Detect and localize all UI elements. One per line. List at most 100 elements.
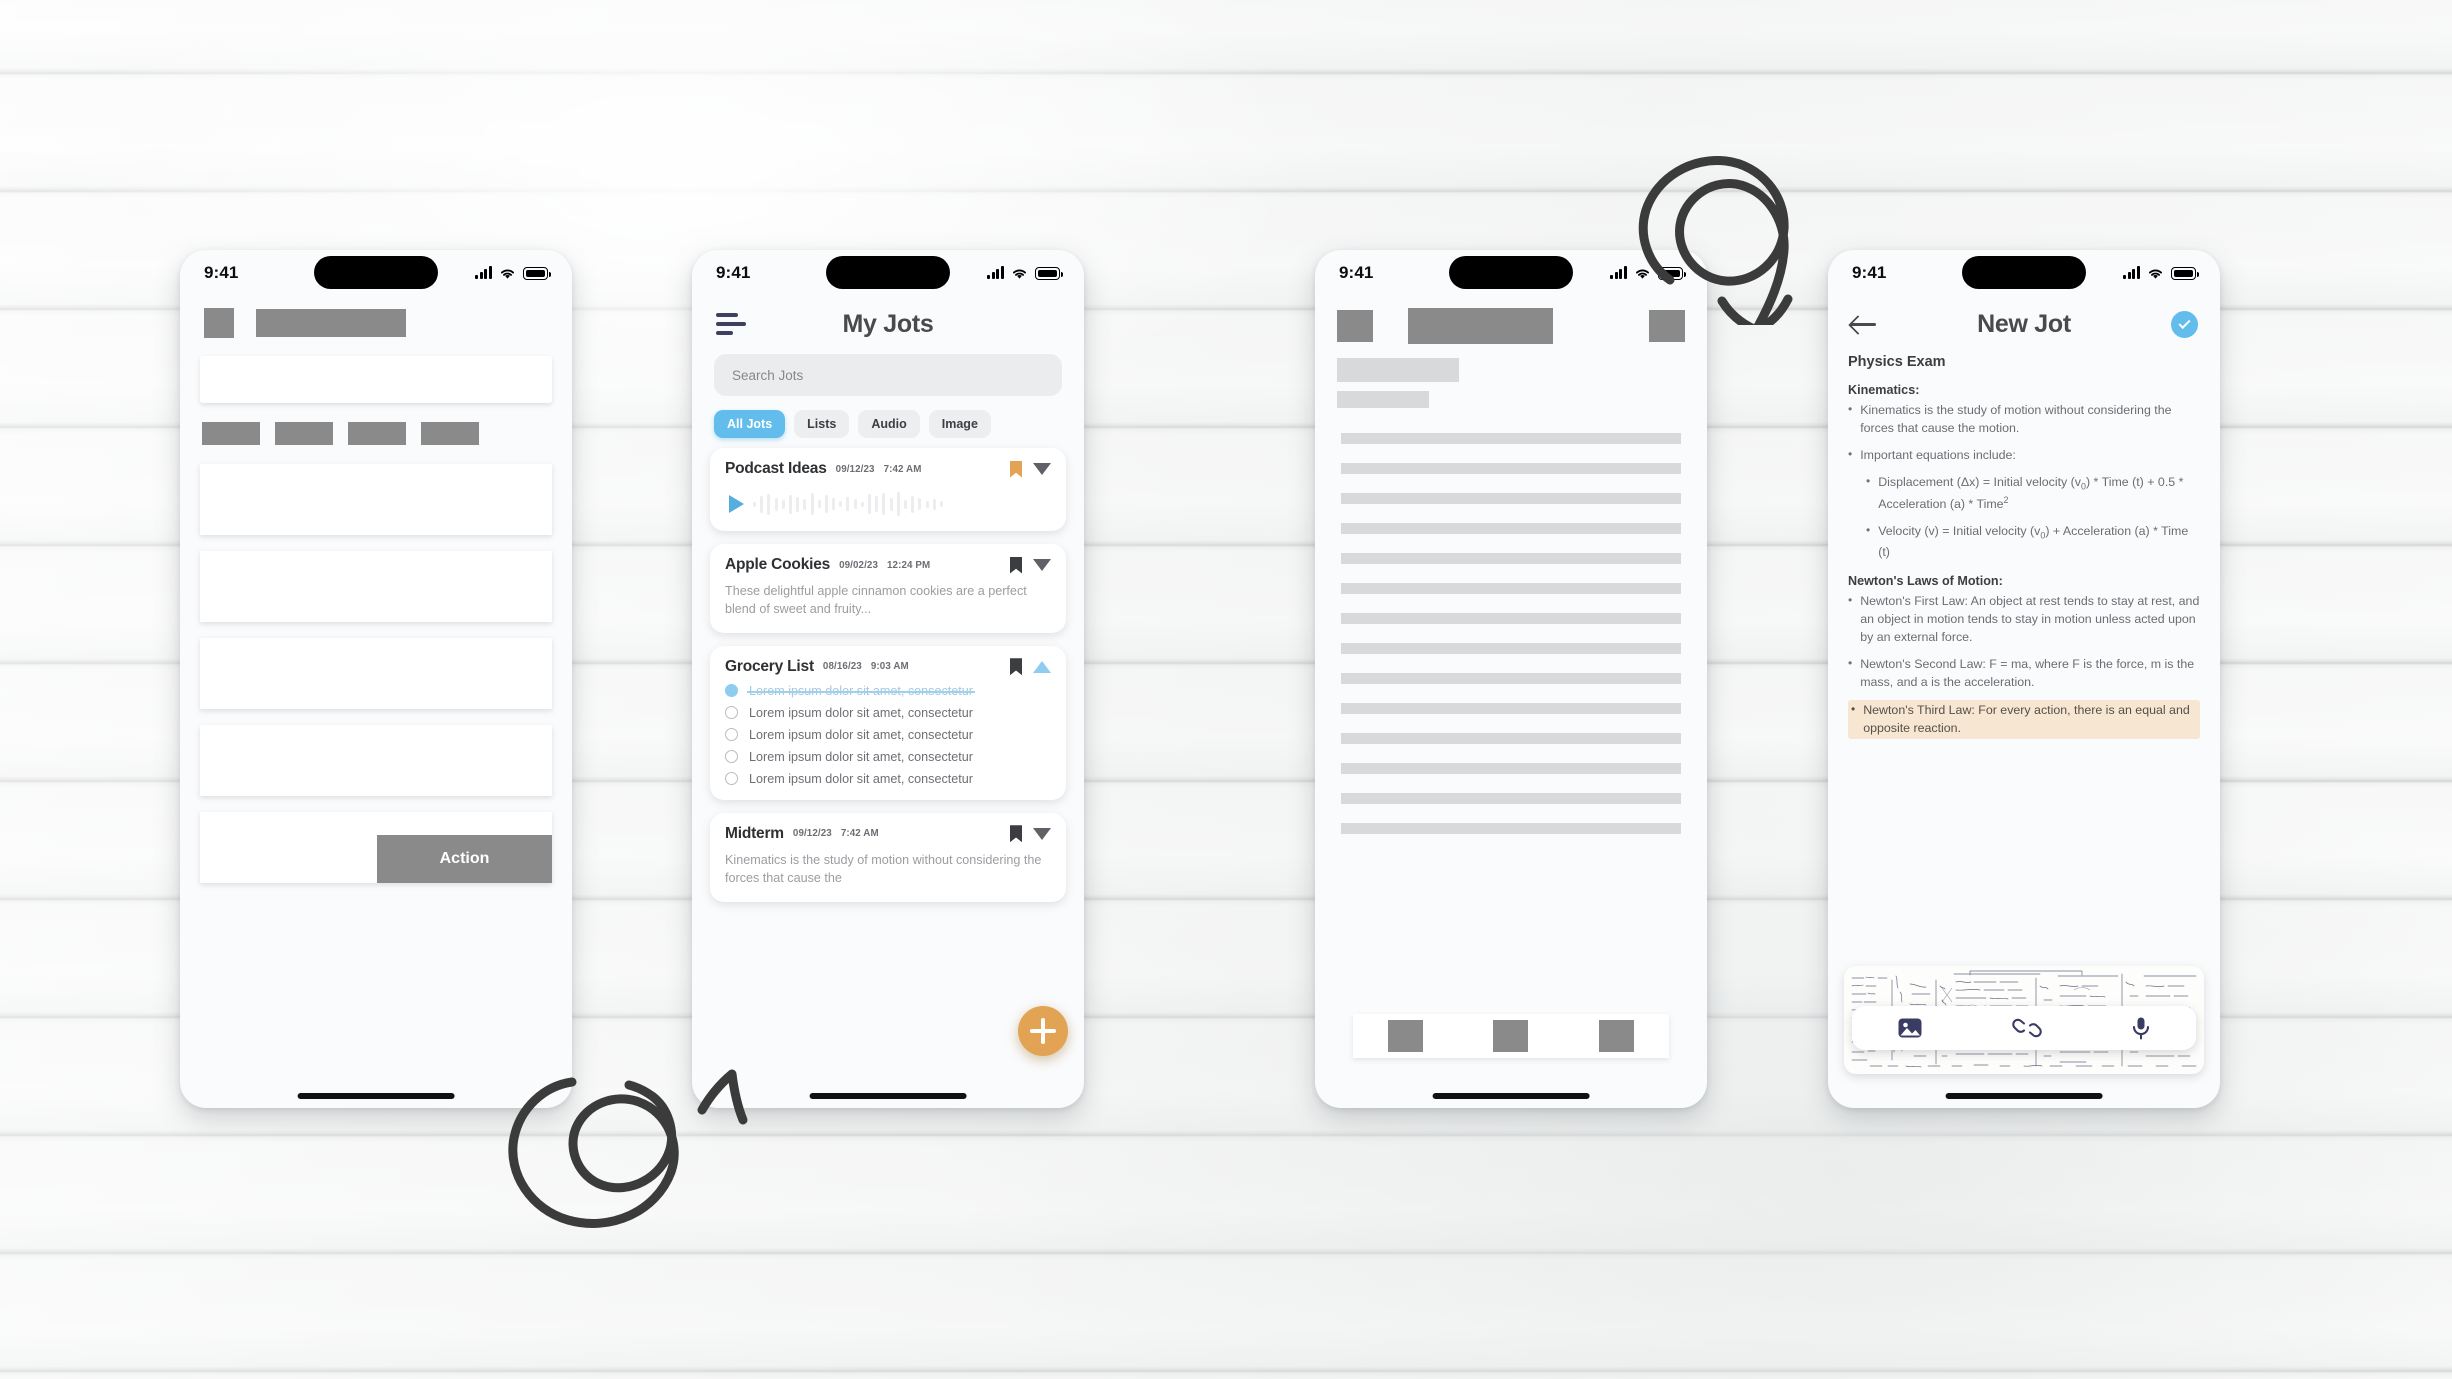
wireframe-action-button[interactable]: Action xyxy=(377,835,552,883)
add-jot-fab[interactable] xyxy=(1018,1006,1068,1056)
wireframe-chip[interactable] xyxy=(275,422,333,445)
list-item[interactable]: Lorem ipsum dolor sit amet, consectetur xyxy=(725,684,1051,698)
wireframe-chip[interactable] xyxy=(421,422,479,445)
battery-icon xyxy=(2171,266,2199,280)
wireframe-card[interactable] xyxy=(200,638,552,709)
wireframe-text-line xyxy=(1341,703,1681,714)
jot-title: Apple Cookies xyxy=(725,556,831,573)
filter-chip-row: All Jots Lists Audio Image xyxy=(692,396,1084,448)
wireframe-card[interactable] xyxy=(200,725,552,796)
filter-chip-image[interactable]: Image xyxy=(928,410,991,438)
wireframe-subtitle-group xyxy=(1315,344,1707,408)
checklist: Lorem ipsum dolor sit amet, consectetur … xyxy=(725,684,1051,786)
status-icons xyxy=(1610,266,1686,280)
status-bar: 9:41 xyxy=(180,250,572,296)
search-input[interactable]: Search Jots xyxy=(714,354,1062,396)
bullet-dot: • xyxy=(1848,655,1853,670)
jot-header: Midterm 09/12/23 7:42 AM xyxy=(725,825,1051,843)
status-bar: 9:41 xyxy=(692,250,1084,296)
jot-actions xyxy=(1010,825,1051,842)
image-icon[interactable] xyxy=(1897,1017,1923,1039)
link-icon[interactable] xyxy=(2012,1017,2042,1039)
jot-card-text[interactable]: Apple Cookies 09/02/23 12:24 PM These de… xyxy=(710,544,1066,633)
wireframe-subtitle xyxy=(1337,391,1429,408)
filter-chip-audio[interactable]: Audio xyxy=(858,410,920,438)
play-icon[interactable] xyxy=(729,495,744,513)
wireframe-text-line xyxy=(1341,763,1681,774)
bullet-dot: • xyxy=(1848,447,1853,462)
jot-time: 9:03 AM xyxy=(870,661,909,673)
checkbox-icon[interactable] xyxy=(725,706,738,720)
list-item-label: Lorem ipsum dolor sit amet, consectetur xyxy=(749,705,973,720)
microphone-icon[interactable] xyxy=(2131,1016,2151,1040)
checkbox-icon[interactable] xyxy=(725,750,738,764)
triangle-up-icon[interactable] xyxy=(1033,660,1051,673)
checkbox-checked-icon[interactable] xyxy=(725,684,738,698)
cellular-signal-icon xyxy=(1610,266,1627,279)
search-placeholder: Search Jots xyxy=(732,367,804,383)
dynamic-island xyxy=(1449,256,1573,289)
attachment-handwritten-notes[interactable] xyxy=(1844,966,2204,1074)
jot-card-list[interactable]: Grocery List 08/16/23 9:03 AM Lorem ipsu… xyxy=(710,645,1066,800)
triangle-down-icon[interactable] xyxy=(1033,463,1051,475)
jot-card-midterm[interactable]: Midterm 09/12/23 7:42 AM Kinematics is t… xyxy=(710,812,1066,902)
hamburger-icon[interactable] xyxy=(716,313,746,335)
list-item[interactable]: Lorem ipsum dolor sit amet, consectetur xyxy=(725,772,1051,786)
section-heading-newtons-laws: Newton's Laws of Motion: xyxy=(1848,573,2003,588)
bullet-text: Newton's Second Law: F = ma, where F is … xyxy=(1860,656,2195,690)
cellular-signal-icon xyxy=(2123,266,2140,279)
wireframe-tab-item[interactable] xyxy=(1598,1020,1634,1052)
dynamic-island xyxy=(314,256,438,289)
checkbox-icon[interactable] xyxy=(725,728,738,742)
wireframe-text-lines xyxy=(1315,408,1707,834)
list-item[interactable]: Lorem ipsum dolor sit amet, consectetur xyxy=(725,728,1051,742)
jot-time: 7:42 AM xyxy=(840,828,879,840)
note-title: Physics Exam xyxy=(1848,354,1946,370)
status-bar: 9:41 xyxy=(1828,250,2220,296)
wireframe-search-card[interactable] xyxy=(200,356,552,403)
wireframe-text-line xyxy=(1341,643,1681,654)
wireframe-chip-row xyxy=(180,403,572,445)
home-indicator xyxy=(1945,1093,2103,1099)
wireframe-card-with-action[interactable]: Action xyxy=(200,812,552,883)
jot-card-audio[interactable]: Podcast Ideas 09/12/23 7:42 AM xyxy=(710,448,1066,531)
triangle-down-icon[interactable] xyxy=(1033,559,1051,571)
section-heading-kinematics: Kinematics: xyxy=(1848,383,1920,397)
jot-date: 09/12/23 xyxy=(792,828,832,840)
bookmark-icon[interactable] xyxy=(1010,825,1022,842)
bookmark-icon[interactable] xyxy=(1010,461,1022,478)
wireframe-tab-item[interactable] xyxy=(1388,1020,1424,1052)
battery-icon xyxy=(1658,266,1686,280)
wireframe-chip[interactable] xyxy=(348,422,406,445)
bookmark-icon[interactable] xyxy=(1010,658,1022,675)
filter-chip-all-jots[interactable]: All Jots xyxy=(714,410,786,438)
filter-chip-lists[interactable]: Lists xyxy=(794,410,850,438)
checkbox-icon[interactable] xyxy=(725,772,738,786)
wireframe-tab-item[interactable] xyxy=(1493,1020,1529,1052)
arrow-left-icon[interactable] xyxy=(1850,314,1878,334)
note-editor[interactable]: Physics Exam Kinematics: • Kinematics is… xyxy=(1828,350,2220,740)
list-item-label: Lorem ipsum dolor sit amet, consectetur xyxy=(749,749,973,764)
cellular-signal-icon xyxy=(987,266,1004,279)
wireframe-nav-icon[interactable] xyxy=(204,308,234,338)
phone-my-jots: 9:41 My Jots Search Jots All Jots Lists … xyxy=(692,250,1084,1108)
wireframe-header-row xyxy=(180,296,572,338)
triangle-down-icon[interactable] xyxy=(1033,827,1051,840)
wireframe-action-icon[interactable] xyxy=(1649,310,1685,342)
wireframe-chip[interactable] xyxy=(202,422,260,445)
action-button-label: Action xyxy=(439,850,490,867)
audio-player[interactable] xyxy=(725,491,1051,517)
check-circle-icon[interactable] xyxy=(2171,310,2198,338)
list-item[interactable]: Lorem ipsum dolor sit amet, consectetur xyxy=(725,706,1051,720)
wireframe-card[interactable] xyxy=(200,551,552,622)
bullet-dot: • xyxy=(1848,402,1853,416)
list-item[interactable]: Lorem ipsum dolor sit amet, consectetur xyxy=(725,750,1051,764)
wireframe-card[interactable] xyxy=(200,464,552,535)
attachment-toolbar xyxy=(1852,1006,2196,1050)
bullet-dot: • xyxy=(1851,702,1856,717)
bookmark-icon[interactable] xyxy=(1010,557,1022,574)
jot-actions xyxy=(1010,461,1051,478)
battery-icon xyxy=(523,266,551,280)
navigation-bar: My Jots xyxy=(692,296,1084,348)
wireframe-back-icon[interactable] xyxy=(1337,310,1373,342)
